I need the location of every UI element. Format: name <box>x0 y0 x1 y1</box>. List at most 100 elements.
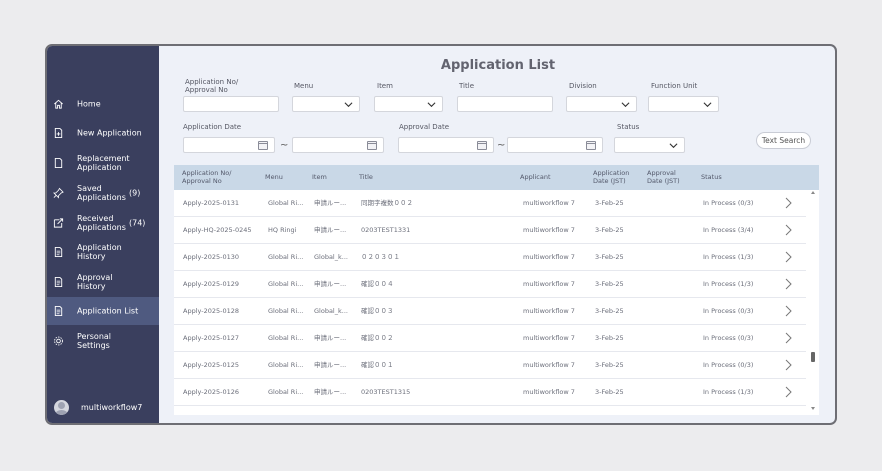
page-title: Application List <box>440 58 556 73</box>
cell-status: In Process (1/3) <box>703 280 754 288</box>
cell-app-date: 3-Feb-25 <box>595 199 624 207</box>
chevron-right-icon[interactable] <box>784 332 792 344</box>
table-row[interactable]: Apply-2025-0128 Global Ri... Global_k...… <box>174 298 806 325</box>
cell-app-no: Apply-2025-0128 <box>183 307 240 315</box>
title-input[interactable] <box>457 96 553 112</box>
status-select[interactable] <box>614 137 685 153</box>
calendar-icon[interactable] <box>586 141 596 150</box>
col-applicant-header[interactable]: Applicant <box>520 173 551 181</box>
application-date-filter-label: Application Date <box>183 123 242 131</box>
sidebar-item-replacement-application[interactable]: Replacement Application <box>47 150 159 176</box>
sidebar-item-label: Application History <box>77 243 122 261</box>
cell-applicant: multiworkflow 7 <box>523 361 575 369</box>
cell-app-date: 3-Feb-25 <box>595 280 624 288</box>
chevron-down-icon <box>344 102 353 108</box>
table-row[interactable]: Apply-HQ-2025-0245 HQ Ringi 申請ルー... 0203… <box>174 217 806 244</box>
cell-title: 0203TEST1315 <box>361 388 411 396</box>
text-search-button[interactable]: Text Search <box>756 132 811 149</box>
chevron-down-icon <box>427 102 436 108</box>
cell-app-no: Apply-2025-0127 <box>183 334 240 342</box>
sidebar-item-label: Home <box>77 99 101 109</box>
table-row[interactable]: Apply-2025-0125 Global Ri... 申請ルー... 確認０… <box>174 352 806 379</box>
chevron-right-icon[interactable] <box>784 278 792 290</box>
cell-status: In Process (1/3) <box>703 253 754 261</box>
new-doc-icon <box>54 127 63 139</box>
chevron-right-icon[interactable] <box>784 197 792 209</box>
application-date-to-input[interactable] <box>292 137 384 153</box>
range-separator: ~ <box>497 140 506 151</box>
item-select[interactable] <box>374 96 443 112</box>
cell-app-no: Apply-2025-0131 <box>183 199 240 207</box>
function-unit-filter-label: Function Unit <box>651 82 698 90</box>
sidebar-item-label: Replacement Application <box>77 154 130 172</box>
cell-applicant: multiworkflow 7 <box>523 280 575 288</box>
col-app-date-header[interactable]: Application Date (JST) <box>593 169 641 185</box>
sidebar-item-approval-history[interactable]: Approval History <box>47 272 159 292</box>
sidebar-item-new-application[interactable]: New Application <box>47 123 159 143</box>
approval-date-filter-label: Approval Date <box>399 123 450 131</box>
table-row[interactable]: Apply-2025-0131 Global Ri... 申請ルー... 同期字… <box>174 190 806 217</box>
sidebar-item-personal-settings[interactable]: Personal Settings <box>47 331 159 351</box>
user-name: multiworkflow7 <box>81 403 143 412</box>
col-menu-header[interactable]: Menu <box>265 173 283 181</box>
chevron-right-icon[interactable] <box>784 251 792 263</box>
col-app-no-header[interactable]: Application No/ Approval No <box>182 169 252 185</box>
chevron-right-icon[interactable] <box>784 359 792 371</box>
calendar-icon[interactable] <box>477 141 487 150</box>
sidebar-item-application-history[interactable]: Application History <box>47 242 159 262</box>
sidebar-item-label: Personal Settings <box>77 332 112 350</box>
table-row[interactable]: Apply-2025-0130 Global Ri... Global_k...… <box>174 244 806 271</box>
chevron-right-icon[interactable] <box>784 386 792 398</box>
col-status-header[interactable]: Status <box>701 173 722 181</box>
home-icon <box>54 99 63 109</box>
cell-app-date: 3-Feb-25 <box>595 226 624 234</box>
cell-menu: Global Ri... <box>268 253 304 261</box>
application-date-from-input[interactable] <box>183 137 275 153</box>
main-content: Application List Application No/ Approva… <box>159 46 835 423</box>
cell-applicant: multiworkflow 7 <box>523 334 575 342</box>
approval-date-to-input[interactable] <box>507 137 603 153</box>
sidebar-item-home[interactable]: Home <box>47 94 159 114</box>
table-row[interactable]: Apply-2025-0129 Global Ri... 申請ルー... 確認０… <box>174 271 806 298</box>
col-title-header[interactable]: Title <box>359 173 373 181</box>
table-row[interactable]: Apply-2025-0126 Global Ri... 申請ルー... 020… <box>174 379 806 406</box>
cell-menu: Global Ri... <box>268 307 304 315</box>
sidebar-item-application-list[interactable]: Application List <box>47 297 159 325</box>
approval-date-from-input[interactable] <box>398 137 494 153</box>
sidebar-item-saved-applications[interactable]: Saved Applications (9) <box>47 180 159 206</box>
cell-applicant: multiworkflow 7 <box>523 253 575 261</box>
app-no-input[interactable] <box>183 96 279 112</box>
sidebar: Home New Application Replacement Applica… <box>47 46 159 423</box>
avatar <box>54 400 69 415</box>
scroll-down-arrow[interactable] <box>811 407 815 410</box>
function-unit-select[interactable] <box>648 96 719 112</box>
cell-item: 申請ルー... <box>314 280 347 288</box>
cell-item: 申請ルー... <box>314 226 347 234</box>
cell-app-date: 3-Feb-25 <box>595 388 624 396</box>
sidebar-item-received-applications[interactable]: Received Applications (74) <box>47 210 159 236</box>
saved-count-badge: (9) <box>129 188 141 198</box>
approval-doc-icon <box>54 276 63 288</box>
chevron-right-icon[interactable] <box>784 224 792 236</box>
calendar-icon[interactable] <box>258 141 268 150</box>
cell-applicant: multiworkflow 7 <box>523 199 575 207</box>
item-filter-label: Item <box>377 82 393 90</box>
col-appr-date-header[interactable]: Approval Date (JST) <box>647 169 691 185</box>
user-profile[interactable]: multiworkflow7 <box>47 395 159 419</box>
col-item-header[interactable]: Item <box>312 173 327 181</box>
calendar-icon[interactable] <box>367 141 377 150</box>
cell-item: 申請ルー... <box>314 199 347 207</box>
cell-menu: Global Ri... <box>268 334 304 342</box>
cell-item: 申請ルー... <box>314 334 347 342</box>
table-row[interactable]: Apply-2025-0127 Global Ri... 申請ルー... 確認０… <box>174 325 806 352</box>
scrollbar-thumb[interactable] <box>811 352 815 362</box>
chevron-right-icon[interactable] <box>784 305 792 317</box>
cell-app-date: 3-Feb-25 <box>595 334 624 342</box>
scroll-up-arrow[interactable] <box>811 191 815 194</box>
division-select[interactable] <box>566 96 637 112</box>
cell-title: 0203TEST1331 <box>361 226 411 234</box>
application-table: Application No/ Approval No Menu Item Ti… <box>174 165 819 415</box>
menu-select[interactable] <box>292 96 360 112</box>
cell-menu: Global Ri... <box>268 199 304 207</box>
cell-menu: Global Ri... <box>268 361 304 369</box>
